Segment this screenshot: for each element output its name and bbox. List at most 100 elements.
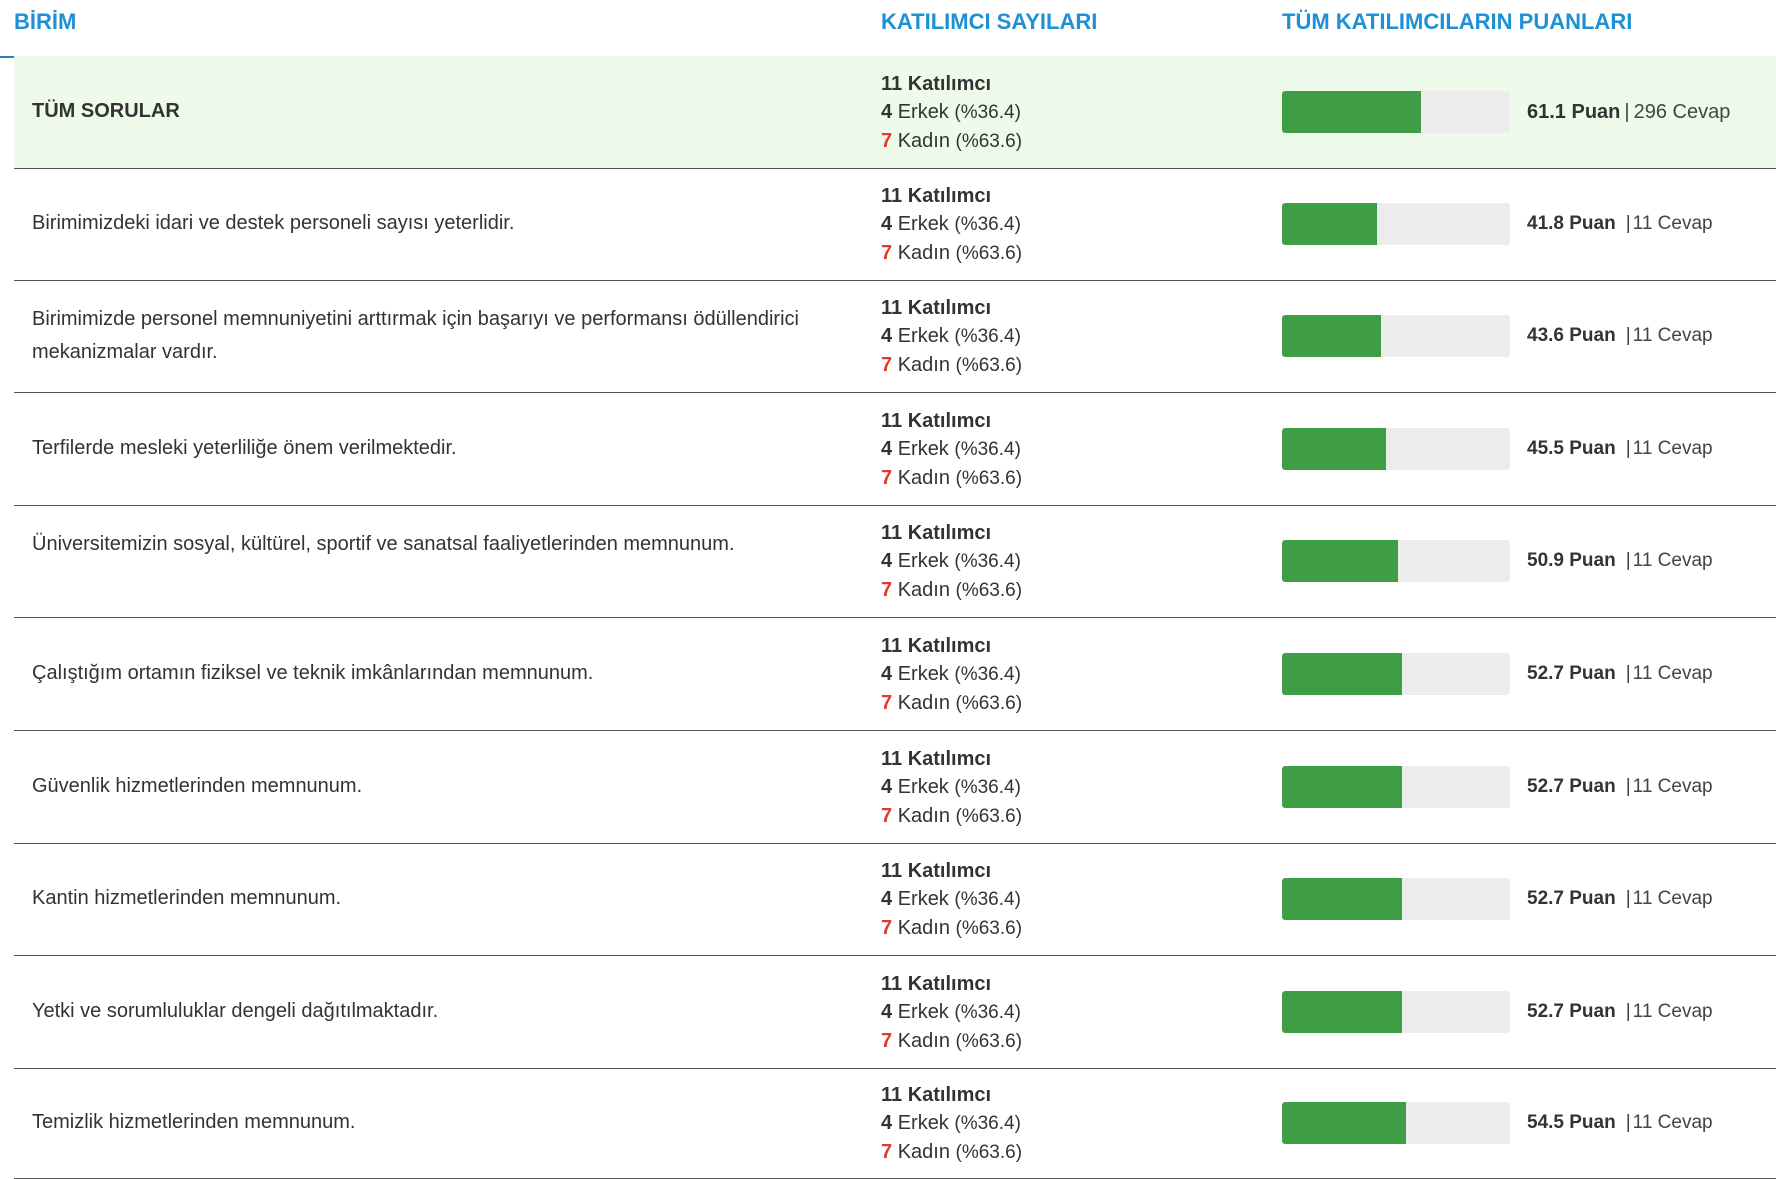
score-bar	[1282, 990, 1510, 1033]
male-label: Erkek	[897, 1112, 949, 1134]
table-header: BİRİM KATILIMCI SAYILARI TÜM KATILIMCILA…	[0, 0, 1776, 58]
score-bar	[1282, 427, 1510, 470]
column-header-birim[interactable]: BİRİM	[14, 9, 76, 35]
female-label: Kadın	[897, 466, 950, 489]
female-line: 7 Kadın (%63.6)	[881, 1138, 1022, 1167]
score-text: 52.7 Puan | 11 Cevap	[1527, 888, 1713, 909]
column-header-puan[interactable]: TÜM KATILIMCILARIN PUANLARI	[1282, 9, 1632, 35]
table-row[interactable]: Birimimizdeki idari ve destek personeli …	[14, 168, 1776, 281]
question-text: Kantin hizmetlerinden memnunum.	[32, 887, 342, 909]
score-bar-fill	[1282, 427, 1386, 470]
answer-count: 11 Cevap	[1632, 1000, 1713, 1022]
answer-count: 11 Cevap	[1632, 437, 1713, 459]
score-text: 54.5 Puan | 11 Cevap	[1527, 1112, 1713, 1133]
female-count: 7	[881, 1141, 893, 1163]
female-line: 7 Kadın (%63.6)	[881, 239, 1022, 268]
question-text: Çalıştığım ortamın fiziksel ve teknik im…	[32, 661, 594, 684]
participant-total: 11 Katılımcı	[881, 297, 992, 319]
male-count: 4	[881, 437, 893, 460]
answer-count: 11 Cevap	[1632, 1112, 1713, 1133]
male-count: 4	[881, 101, 893, 123]
table-row[interactable]: Birimimizde personel memnuniyetini arttı…	[14, 280, 1776, 393]
male-line: 4 Erkek (%36.4)	[881, 660, 1022, 689]
question-text: Üniversitemizin sosyal, kültürel, sporti…	[32, 533, 735, 555]
score-bar-fill	[1282, 91, 1422, 133]
male-label: Erkek	[897, 101, 949, 123]
participant-counts: 11 Katılımcı 4 Erkek (%36.4) 7 Kadın (%6…	[881, 857, 1022, 943]
female-line: 7 Kadın (%63.6)	[881, 1027, 1022, 1056]
female-line: 7 Kadın (%63.6)	[881, 914, 1022, 943]
participant-counts: 11 Katılımcı 4 Erkek (%36.4) 7 Kadın (%6…	[881, 970, 1022, 1056]
score-value: 52.7 Puan	[1527, 775, 1616, 797]
male-label: Erkek	[897, 888, 949, 910]
female-line: 7 Kadın (%63.6)	[881, 576, 1022, 605]
participant-total: 11 Katılımcı	[881, 860, 992, 882]
female-label: Kadın	[897, 579, 950, 601]
male-count: 4	[881, 1000, 893, 1023]
male-line: 4 Erkek (%36.4)	[881, 435, 1022, 464]
score-bar	[1282, 91, 1510, 133]
participant-counts: 11 Katılımcı 4 Erkek (%36.4) 7 Kadın (%6…	[881, 182, 1022, 268]
score-bar-fill	[1282, 1102, 1407, 1144]
participant-total: 11 Katılımcı	[881, 73, 992, 95]
female-label: Kadın	[897, 917, 950, 939]
male-percent: (%36.4)	[954, 1113, 1021, 1134]
column-header-katilimci[interactable]: KATILIMCI SAYILARI	[881, 9, 1097, 35]
table-row[interactable]: Çalıştığım ortamın fiziksel ve teknik im…	[14, 617, 1776, 731]
score-value: 52.7 Puan	[1527, 1000, 1616, 1022]
female-line: 7 Kadın (%63.6)	[881, 351, 1022, 380]
table-row[interactable]: Yetki ve sorumluluklar dengeli dağıtılma…	[14, 955, 1776, 1069]
answer-count: 11 Cevap	[1632, 662, 1713, 684]
participant-counts: 11 Katılımcı 4 Erkek (%36.4) 7 Kadın (%6…	[881, 519, 1022, 605]
question-text: Yetki ve sorumluluklar dengeli dağıtılma…	[32, 999, 439, 1022]
answer-count: 11 Cevap	[1632, 325, 1713, 346]
male-line: 4 Erkek (%36.4)	[881, 885, 1022, 914]
score-bar	[1282, 203, 1510, 245]
table-row[interactable]: Üniversitemizin sosyal, kültürel, sporti…	[14, 505, 1776, 618]
question-text: TÜM SORULAR	[32, 100, 180, 122]
answer-count: 11 Cevap	[1632, 775, 1713, 797]
table-row[interactable]: Güvenlik hizmetlerinden memnunum. 11 Kat…	[14, 730, 1776, 844]
score-bar-fill	[1282, 315, 1382, 357]
score-text: 41.8 Puan | 11 Cevap	[1527, 213, 1713, 234]
female-line: 7 Kadın (%63.6)	[881, 689, 1022, 718]
participant-total: 11 Katılımcı	[881, 972, 992, 995]
male-count: 4	[881, 888, 893, 910]
participant-total: 11 Katılımcı	[881, 522, 992, 544]
score-text: 45.5 Puan | 11 Cevap	[1527, 437, 1713, 459]
female-count: 7	[881, 466, 893, 489]
male-label: Erkek	[897, 1000, 949, 1023]
participant-total: 11 Katılımcı	[881, 1084, 992, 1106]
male-label: Erkek	[897, 662, 949, 685]
female-percent: (%63.6)	[955, 131, 1023, 152]
male-percent: (%36.4)	[954, 1001, 1021, 1023]
summary-row[interactable]: TÜM SORULAR 11 Katılımcı 4 Erkek (%36.4)…	[14, 56, 1776, 169]
table-row[interactable]: Temizlik hizmetlerinden memnunum. 11 Kat…	[14, 1068, 1776, 1179]
participant-counts: 11 Katılımcı 4 Erkek (%36.4) 7 Kadın (%6…	[881, 294, 1022, 380]
participant-total: 11 Katılımcı	[881, 409, 992, 432]
score-value: 50.9 Puan	[1527, 550, 1616, 571]
female-label: Kadın	[897, 1141, 950, 1163]
female-percent: (%63.6)	[955, 243, 1023, 264]
score-bar-fill	[1282, 765, 1403, 808]
female-percent: (%63.6)	[955, 805, 1023, 827]
table-row[interactable]: Terfilerde mesleki yeterliliğe önem veri…	[14, 392, 1776, 506]
male-label: Erkek	[897, 213, 949, 235]
question-text: Güvenlik hizmetlerinden memnunum.	[32, 774, 363, 797]
score-bar	[1282, 540, 1510, 582]
participant-total: 11 Katılımcı	[881, 634, 992, 657]
table-row[interactable]: Kantin hizmetlerinden memnunum. 11 Katıl…	[14, 843, 1776, 956]
participant-counts: 11 Katılımcı 4 Erkek (%36.4) 7 Kadın (%6…	[881, 70, 1022, 156]
score-bar	[1282, 878, 1510, 920]
participant-counts: 11 Katılımcı 4 Erkek (%36.4) 7 Kadın (%6…	[881, 632, 1022, 718]
male-percent: (%36.4)	[954, 889, 1021, 910]
participant-counts: 11 Katılımcı 4 Erkek (%36.4) 7 Kadın (%6…	[881, 1081, 1022, 1167]
score-value: 54.5 Puan	[1527, 1112, 1616, 1133]
female-label: Kadın	[897, 691, 950, 714]
score-bar-fill	[1282, 878, 1403, 920]
female-count: 7	[881, 354, 893, 376]
male-count: 4	[881, 662, 893, 685]
score-bar	[1282, 1102, 1510, 1144]
score-value: 52.7 Puan	[1527, 662, 1616, 684]
male-label: Erkek	[897, 550, 949, 572]
